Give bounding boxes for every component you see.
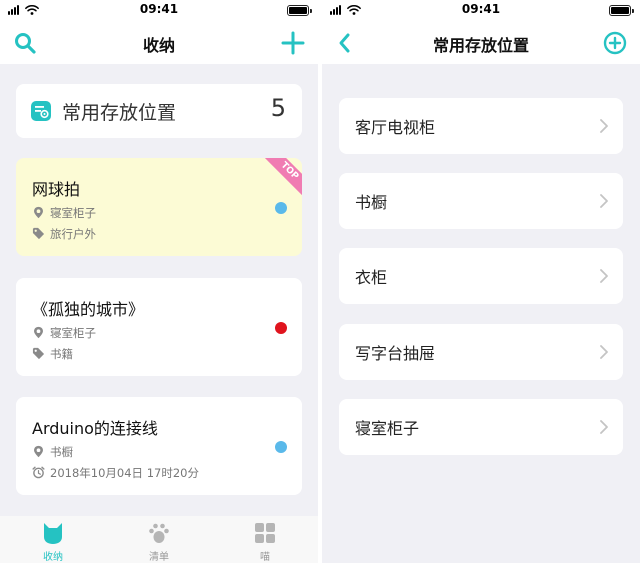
status-dot <box>275 322 287 334</box>
item-card[interactable]: TOP 网球拍 寝室柜子 旅行户外 <box>16 158 302 256</box>
chevron-right-icon <box>600 194 608 208</box>
location-row[interactable]: 衣柜 <box>339 248 623 304</box>
common-locations-card[interactable]: 常用存放位置 5 <box>16 84 302 138</box>
item-location-text: 寝室柜子 <box>50 326 96 340</box>
item-title: 《孤独的城市》 <box>32 300 145 319</box>
location-box-icon <box>31 101 51 121</box>
status-dot <box>275 202 287 214</box>
location-label: 书橱 <box>355 193 388 212</box>
location-pin-icon <box>34 445 43 458</box>
chevron-right-icon <box>600 119 608 133</box>
tab-checklist[interactable]: 清单 <box>106 516 212 563</box>
location-row[interactable]: 客厅电视柜 <box>339 98 623 154</box>
common-locations-screen: 09:41 常用存放位置 客厅电视柜 书橱 衣柜 写字台抽屉 寝室柜子 <box>322 0 640 563</box>
status-bar: 09:41 <box>0 0 318 20</box>
grid-icon <box>255 523 275 543</box>
page-title: 收纳 <box>142 36 175 55</box>
plus-icon <box>281 31 305 55</box>
top-badge: TOP <box>258 158 302 202</box>
location-row[interactable]: 书橱 <box>339 173 623 229</box>
status-bar: 09:41 <box>322 0 640 20</box>
location-row[interactable]: 写字台抽屉 <box>339 324 623 380</box>
tag-icon <box>32 227 45 240</box>
tab-label: 喵 <box>260 552 270 563</box>
item-tag-text: 旅行户外 <box>50 227 96 241</box>
tab-label: 清单 <box>149 552 169 563</box>
location-label: 衣柜 <box>355 268 388 287</box>
tab-meow[interactable]: 喵 <box>212 516 318 563</box>
item-title: Arduino的连接线 <box>32 419 158 438</box>
item-title: 网球拍 <box>32 180 81 199</box>
item-location-text: 书橱 <box>50 445 73 459</box>
item-tag-text: 书籍 <box>50 347 73 361</box>
battery-icon <box>609 5 634 16</box>
tab-bar: 收纳 清单 喵 <box>0 516 318 563</box>
storage-screen: 09:41 收纳 常用存放位置 5 TOP 网球拍 寝室柜子 旅行户外 《孤独的… <box>0 0 318 563</box>
nav-bar: 常用存放位置 <box>322 20 640 64</box>
chevron-right-icon <box>600 345 608 359</box>
location-label: 写字台抽屉 <box>355 344 436 363</box>
location-row[interactable]: 寝室柜子 <box>339 399 623 455</box>
item-location-text: 寝室柜子 <box>50 206 96 220</box>
paw-icon <box>149 523 169 543</box>
add-location-button[interactable] <box>602 30 628 56</box>
plus-circle-icon <box>603 31 627 55</box>
location-label: 寝室柜子 <box>355 419 420 438</box>
battery-icon <box>287 5 312 16</box>
item-datetime-text: 2018年10月04日 17时20分 <box>50 466 199 480</box>
item-card[interactable]: 《孤独的城市》 寝室柜子 书籍 <box>16 278 302 376</box>
common-locations-label: 常用存放位置 <box>62 102 177 124</box>
page-title: 常用存放位置 <box>432 36 529 55</box>
alarm-clock-icon <box>32 466 45 479</box>
cat-icon <box>44 523 62 544</box>
location-label: 客厅电视柜 <box>355 118 436 137</box>
chevron-right-icon <box>600 420 608 434</box>
common-locations-count: 5 <box>270 94 286 122</box>
item-card[interactable]: Arduino的连接线 书橱 2018年10月04日 17时20分 <box>16 397 302 495</box>
status-time: 09:41 <box>461 2 501 16</box>
screenshot-stage: 09:41 收纳 常用存放位置 5 TOP 网球拍 寝室柜子 旅行户外 《孤独的… <box>0 0 640 563</box>
tab-label: 收纳 <box>43 552 63 563</box>
status-dot <box>275 441 287 453</box>
location-pin-icon <box>34 326 43 339</box>
tag-icon <box>32 347 45 360</box>
nav-bar: 收纳 <box>0 20 318 64</box>
status-time: 09:41 <box>139 2 179 16</box>
location-pin-icon <box>34 206 43 219</box>
tab-storage[interactable]: 收纳 <box>0 516 106 563</box>
chevron-right-icon <box>600 269 608 283</box>
add-item-button[interactable] <box>280 30 306 56</box>
